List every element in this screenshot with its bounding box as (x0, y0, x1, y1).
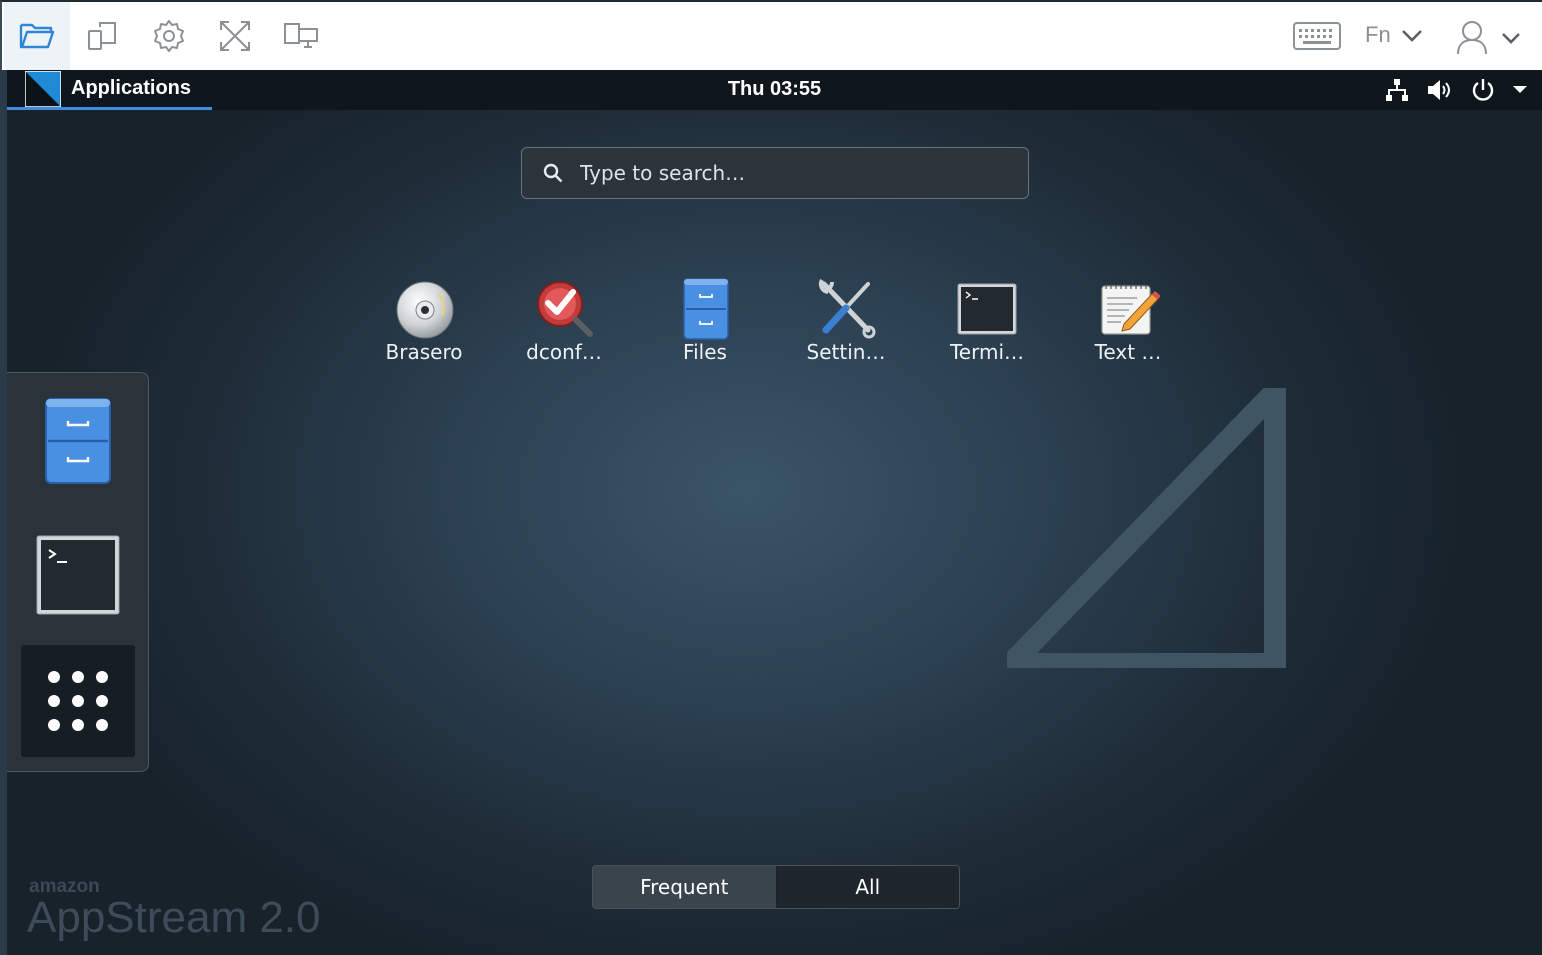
gear-icon (154, 20, 184, 52)
app-brasero[interactable]: Brasero (369, 276, 479, 376)
dock-terminal[interactable] (21, 519, 135, 631)
app-settings[interactable]: Settin… (791, 276, 901, 376)
user-icon (1457, 21, 1520, 55)
settings-tools-icon (818, 278, 876, 339)
dock-files[interactable] (21, 385, 135, 497)
settings-button[interactable] (136, 2, 202, 70)
app-terminal[interactable]: Termi… (932, 276, 1042, 376)
multi-monitor-button[interactable] (268, 2, 334, 70)
search-input[interactable] (578, 160, 1002, 186)
app-text-editor[interactable]: Text … (1073, 276, 1183, 376)
show-apps-icon (48, 671, 108, 731)
search-box[interactable] (521, 147, 1029, 199)
appstream-toolbar: Fn (0, 0, 1542, 70)
show-applications-button[interactable] (21, 645, 135, 757)
copy-windows-icon (88, 22, 116, 50)
fullscreen-icon (220, 21, 250, 51)
app-label: Files (683, 340, 727, 364)
app-view-switcher: Frequent All (592, 865, 960, 909)
app-label: dconf… (526, 340, 602, 364)
appstream-watermark: AppStream 2.0 (27, 893, 321, 942)
fn-dropdown-button[interactable] (1400, 28, 1424, 48)
dconf-icon (537, 281, 593, 337)
triangle-watermark-icon (1007, 388, 1286, 668)
applications-label: Applications (71, 77, 192, 99)
file-cabinet-icon (683, 278, 729, 340)
folder-open-button[interactable] (4, 2, 70, 70)
distro-logo-icon (25, 70, 61, 107)
app-dconf[interactable]: dconf… (509, 276, 619, 376)
text-editor-icon (1101, 285, 1160, 335)
app-label: Brasero (385, 340, 463, 364)
applications-menu-button[interactable]: Applications (7, 70, 212, 110)
chevron-down-icon (1402, 30, 1422, 42)
terminal-icon (957, 283, 1017, 335)
terminal-icon (36, 535, 120, 615)
desktop: Applications Thu 03:55 Type to search… B… (7, 70, 1542, 955)
clock-wrapper: Thu 03:55 (7, 70, 1542, 110)
all-button[interactable]: All (776, 866, 959, 908)
user-menu-button[interactable] (1454, 18, 1526, 62)
caret-down-icon (1513, 86, 1527, 93)
folder-open-icon (19, 23, 55, 49)
copy-windows-button[interactable] (70, 2, 136, 70)
file-cabinet-icon (45, 398, 111, 484)
search-icon (543, 163, 563, 183)
app-label: Termi… (949, 340, 1025, 364)
network-icon (1386, 79, 1408, 101)
multi-monitor-icon (284, 23, 318, 48)
fn-label[interactable]: Fn (1365, 22, 1391, 48)
volume-icon (1428, 80, 1450, 100)
frequent-button[interactable]: Frequent (593, 866, 777, 908)
fullscreen-button[interactable] (202, 2, 268, 70)
disc-icon (396, 281, 454, 339)
app-label: Text … (1094, 340, 1162, 364)
keyboard-icon (1293, 22, 1341, 50)
gnome-top-bar: Applications Thu 03:55 (7, 70, 1542, 110)
power-icon (1472, 79, 1494, 101)
app-label: Settin… (806, 340, 886, 364)
system-status-area[interactable] (1384, 70, 1528, 110)
dash-dock (7, 372, 149, 772)
keyboard-button[interactable] (1284, 2, 1350, 70)
app-files[interactable]: Files (650, 276, 760, 376)
clock[interactable]: Thu 03:55 (728, 78, 821, 100)
